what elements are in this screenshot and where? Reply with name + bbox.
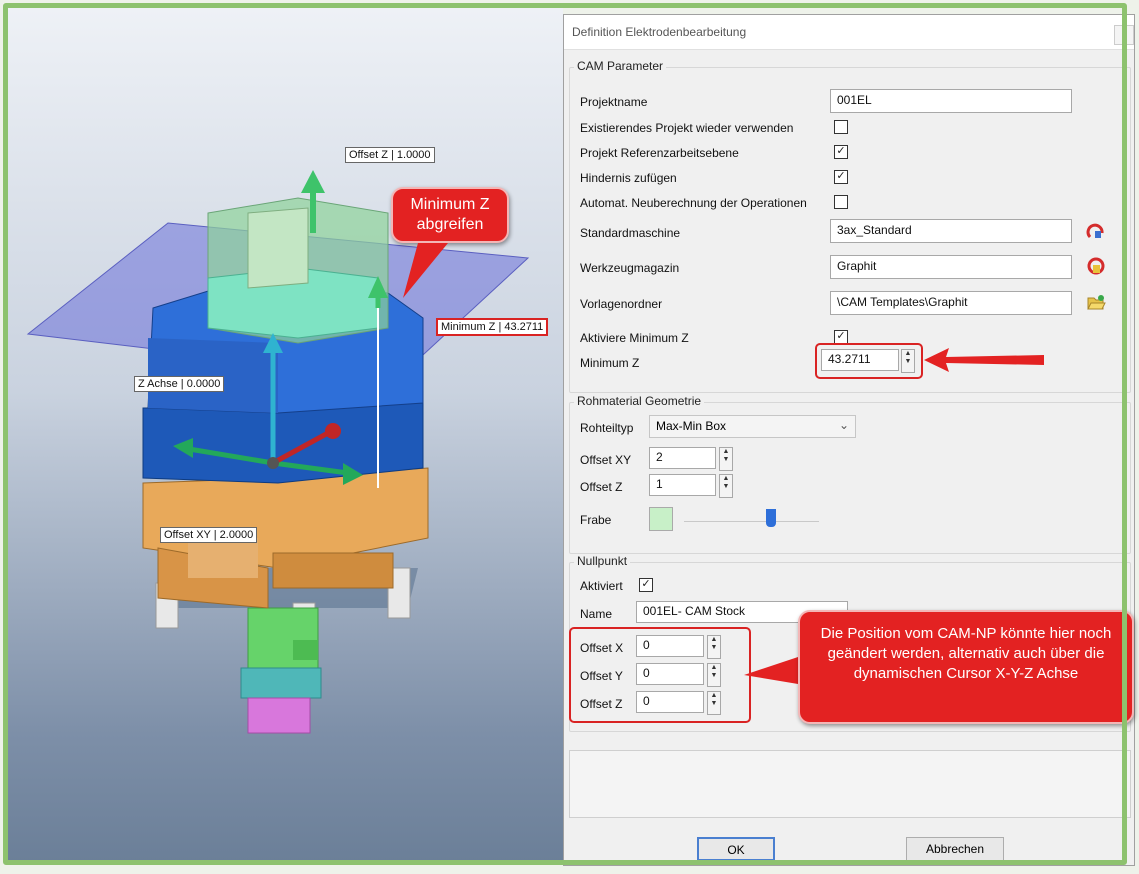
highlight-border bbox=[3, 3, 1127, 865]
